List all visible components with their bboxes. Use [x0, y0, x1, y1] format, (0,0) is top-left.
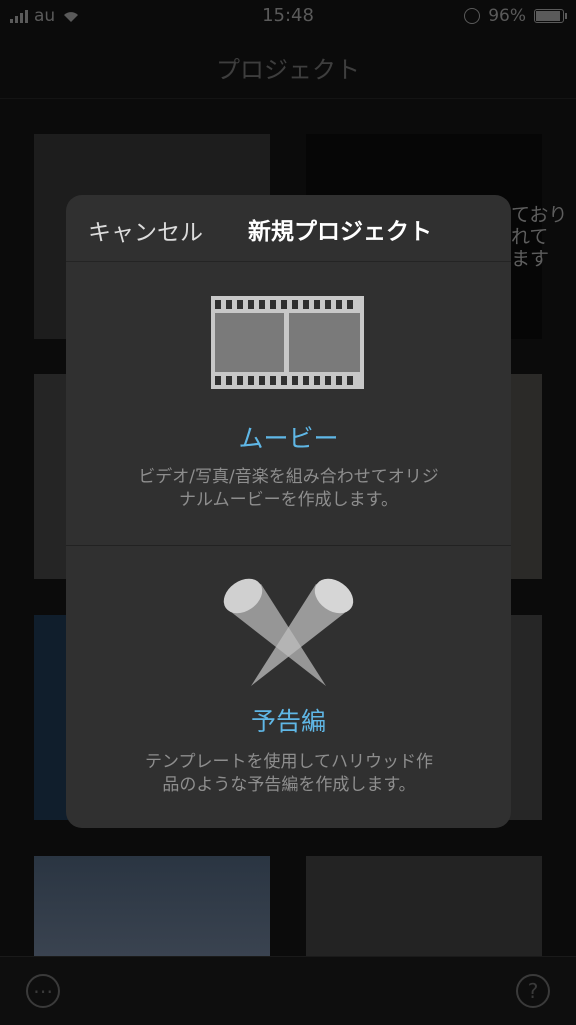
- film-strip-icon: [66, 292, 511, 396]
- ellipsis-icon: ⋯: [33, 979, 53, 1003]
- dialog-title: 新規プロジェクト: [248, 219, 432, 245]
- trailer-option-label: 予告編: [250, 707, 326, 736]
- new-project-dialog: キャンセル 新規プロジェクト ムービー ビデオ/写真/音楽を組み合わせてオリジナ…: [66, 195, 511, 828]
- nav-divider: [0, 98, 576, 99]
- project-thumbnail[interactable]: [306, 856, 542, 956]
- spotlights-icon: [66, 566, 511, 695]
- page-title: プロジェクト: [216, 56, 360, 84]
- rotation-lock-icon: [464, 8, 481, 24]
- question-mark-icon: ?: [527, 979, 539, 1003]
- battery-percent: 96%: [488, 6, 526, 26]
- trailer-option-description: テンプレートを使用してハリウッド作品のような予告編を作成します。: [145, 752, 433, 795]
- help-button[interactable]: ?: [516, 974, 550, 1008]
- dialog-header: キャンセル 新規プロジェクト: [66, 195, 511, 262]
- trailer-option[interactable]: 予告編 テンプレートを使用してハリウッド作品のような予告編を作成します。: [66, 546, 511, 828]
- movie-option[interactable]: ムービー ビデオ/写真/音楽を組み合わせてオリジナルムービーを作成します。: [66, 262, 511, 546]
- movie-option-label: ムービー: [238, 424, 339, 453]
- project-thumbnail[interactable]: [34, 856, 270, 956]
- bottom-toolbar: ⋯ ?: [0, 956, 576, 1025]
- battery-icon: [534, 9, 567, 23]
- cancel-button[interactable]: キャンセル: [88, 213, 203, 247]
- status-right: 96%: [464, 6, 567, 26]
- more-options-button[interactable]: ⋯: [26, 974, 60, 1008]
- thumbnail-text: ており れて ます: [511, 204, 568, 270]
- movie-option-description: ビデオ/写真/音楽を組み合わせてオリジナルムービーを作成します。: [138, 467, 439, 510]
- status-bar: au 15:48 96%: [0, 0, 576, 36]
